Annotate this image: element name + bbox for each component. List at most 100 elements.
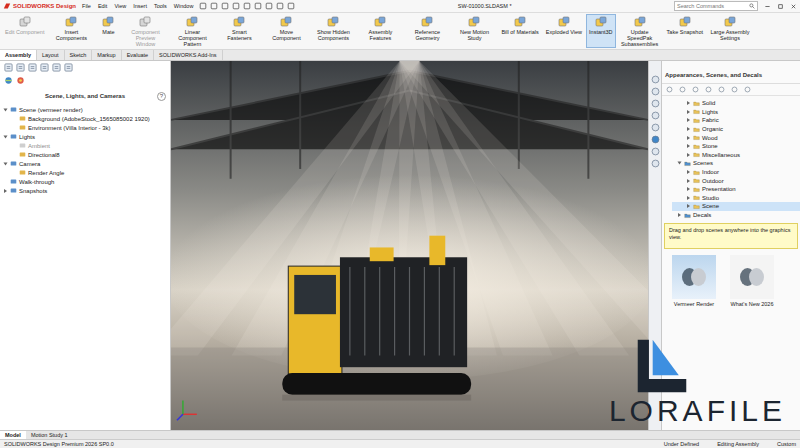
ribbon-button[interactable]: Exploded View — [543, 14, 585, 48]
ribbon-button[interactable]: Mate — [95, 14, 121, 48]
tree-item[interactable]: Miscellaneous — [672, 151, 800, 160]
command-tab[interactable]: Sketch — [65, 50, 93, 60]
status-field[interactable]: Editing Assembly — [717, 441, 759, 447]
expand-arrow-icon[interactable] — [2, 188, 8, 194]
toolbar-icon[interactable] — [718, 86, 725, 93]
panel-tab-icon[interactable] — [28, 63, 37, 72]
tree-item[interactable]: Decals — [672, 211, 800, 220]
toolbar-icon[interactable] — [243, 2, 251, 10]
ribbon-button[interactable]: Move Component — [263, 14, 309, 48]
tree-item[interactable]: Scene — [672, 202, 800, 211]
status-field[interactable]: Custom — [777, 441, 796, 447]
tree-item[interactable]: Lights — [672, 108, 800, 117]
minimize-icon[interactable] — [764, 3, 771, 10]
tree-item[interactable]: Solid — [672, 99, 800, 108]
expand-arrow-icon[interactable] — [685, 100, 691, 106]
command-tab[interactable]: SOLIDWORKS Add-Ins — [154, 50, 222, 60]
command-tab[interactable]: Evaluate — [122, 50, 154, 60]
tree-item[interactable]: Environment (Villa Interior - 3k) — [0, 123, 170, 132]
expand-arrow-icon[interactable] — [2, 107, 8, 113]
toolbar-icon[interactable] — [265, 2, 273, 10]
menu-item[interactable]: Edit — [98, 3, 107, 9]
expand-arrow-icon[interactable] — [676, 160, 682, 166]
toolbar-icon[interactable] — [254, 2, 262, 10]
expand-arrow-icon[interactable] — [685, 178, 691, 184]
tree-item[interactable]: Presentation — [672, 185, 800, 194]
toolbar-icon[interactable] — [199, 2, 207, 10]
panel-tab-icon[interactable] — [52, 63, 61, 72]
display-icon[interactable] — [16, 76, 25, 85]
command-tab[interactable]: Assembly — [0, 50, 37, 60]
command-tab[interactable]: Markup — [92, 50, 121, 60]
task-pane-icon[interactable] — [651, 135, 660, 144]
tree-item[interactable]: Stone — [672, 142, 800, 151]
toolbar-icon[interactable] — [731, 86, 738, 93]
expand-arrow-icon[interactable] — [685, 169, 691, 175]
tree-item[interactable]: Camera — [0, 159, 170, 168]
menu-item[interactable]: Window — [174, 3, 194, 9]
task-pane-icon[interactable] — [651, 111, 660, 120]
expand-arrow-icon[interactable] — [685, 143, 691, 149]
tree-item[interactable]: Snapshots — [0, 186, 170, 195]
toolbar-icon[interactable] — [705, 86, 712, 93]
toolbar-icon[interactable] — [287, 2, 295, 10]
menu-item[interactable]: Insert — [133, 3, 147, 9]
graphics-area[interactable] — [171, 61, 648, 430]
ribbon-button[interactable]: Edit Component — [2, 14, 47, 48]
task-pane-icon[interactable] — [651, 87, 660, 96]
panel-tab-icon[interactable] — [64, 63, 73, 72]
task-pane-icon[interactable] — [651, 75, 660, 84]
close-icon[interactable] — [790, 3, 797, 10]
tree-item[interactable]: Scene (vermeer render) — [0, 105, 170, 114]
model-tab[interactable]: Motion Study 1 — [26, 431, 73, 439]
expand-arrow-icon[interactable] — [685, 109, 691, 115]
ribbon-button[interactable]: Assembly Features — [357, 14, 403, 48]
command-tab[interactable]: Layout — [37, 50, 65, 60]
expand-arrow-icon[interactable] — [676, 212, 682, 218]
expand-arrow-icon[interactable] — [685, 152, 691, 158]
toolbar-icon[interactable] — [744, 86, 751, 93]
menu-item[interactable]: View — [114, 3, 126, 9]
ribbon-button[interactable]: Component Preview Window — [122, 14, 168, 48]
tree-item[interactable]: Scenes — [672, 159, 800, 168]
panel-tab-icon[interactable] — [4, 63, 13, 72]
model-tab[interactable]: Model — [0, 431, 26, 439]
task-pane-icon[interactable] — [651, 147, 660, 156]
ribbon-button[interactable]: Bill of Materials — [498, 14, 541, 48]
expand-arrow-icon[interactable] — [685, 117, 691, 123]
expand-arrow-icon[interactable] — [685, 126, 691, 132]
ribbon-button[interactable]: Reference Geometry — [404, 14, 450, 48]
expand-arrow-icon[interactable] — [2, 161, 8, 167]
ribbon-button[interactable]: Insert Components — [48, 14, 94, 48]
status-field[interactable]: Under Defined — [664, 441, 699, 447]
app-logo[interactable]: SOLIDWORKS Design — [3, 2, 76, 10]
task-pane-icon[interactable] — [651, 99, 660, 108]
scene-thumbnail[interactable]: Vermeer Render — [672, 255, 716, 307]
ribbon-button[interactable]: Show Hidden Components — [310, 14, 356, 48]
tree-item[interactable]: Lights — [0, 132, 170, 141]
expand-arrow-icon[interactable] — [685, 203, 691, 209]
expand-arrow-icon[interactable] — [685, 135, 691, 141]
expand-arrow-icon[interactable] — [2, 134, 8, 140]
tree-item[interactable]: Studio — [672, 194, 800, 203]
task-pane-icon[interactable] — [651, 123, 660, 132]
expand-arrow-icon[interactable] — [685, 186, 691, 192]
toolbar-icon[interactable] — [276, 2, 284, 10]
ribbon-button[interactable]: Update SpeedPak Subassemblies — [617, 14, 663, 48]
menu-item[interactable]: File — [82, 3, 91, 9]
tree-item[interactable]: Walk-through — [0, 177, 170, 186]
toolbar-icon[interactable] — [210, 2, 218, 10]
toolbar-icon[interactable] — [232, 2, 240, 10]
toolbar-icon[interactable] — [221, 2, 229, 10]
tree-item[interactable]: Outdoor — [672, 176, 800, 185]
panel-tab-icon[interactable] — [40, 63, 49, 72]
toolbar-icon[interactable] — [666, 86, 673, 93]
maximize-icon[interactable] — [777, 3, 784, 10]
tree-item[interactable]: Background (AdobeStock_1565085002 1920) — [0, 114, 170, 123]
tree-item[interactable]: Render Angle — [0, 168, 170, 177]
expand-arrow-icon[interactable] — [685, 195, 691, 201]
tree-item[interactable]: Ambient — [0, 141, 170, 150]
toolbar-icon[interactable] — [692, 86, 699, 93]
ribbon-button[interactable]: Instant3D — [586, 14, 616, 48]
menu-item[interactable]: Tools — [154, 3, 167, 9]
